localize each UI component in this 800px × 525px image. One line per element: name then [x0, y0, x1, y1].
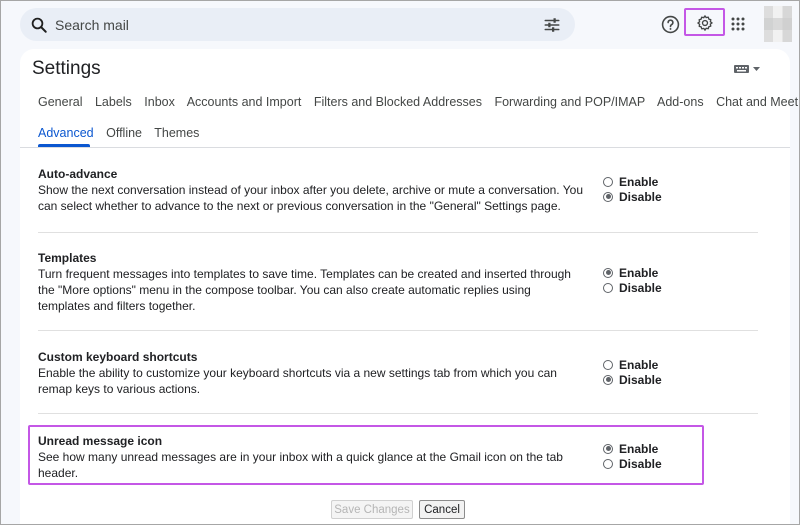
settings-tabs-row2: Advanced Offline Themes	[38, 126, 208, 140]
option-label: Disable	[619, 456, 662, 471]
description-line: the "More options" menu in the compose t…	[38, 283, 531, 297]
setting-title: Unread message icon	[38, 434, 163, 448]
option-label: Disable	[619, 372, 662, 387]
search-icon[interactable]	[30, 16, 48, 34]
setting-title: Auto-advance	[38, 167, 118, 181]
description-line: See how many unread messages are in your…	[38, 450, 563, 464]
account-avatar[interactable]	[764, 6, 792, 42]
keyboard-shortcuts-enable-option[interactable]: Enable	[603, 357, 662, 372]
setting-description: Enable the ability to customize your key…	[38, 365, 588, 397]
help-icon[interactable]	[661, 15, 680, 34]
option-label: Enable	[619, 441, 659, 456]
keyboard-shortcuts-options: Enable Disable	[603, 357, 662, 387]
option-label: Disable	[619, 189, 662, 204]
radio-button-selected[interactable]	[603, 191, 613, 202]
tab-advanced[interactable]: Advanced	[38, 126, 94, 140]
setting-unread-message-icon: Unread message icon See how many unread …	[38, 433, 588, 481]
auto-advance-options: Enable Disable	[603, 174, 662, 204]
tab-inbox[interactable]: Inbox	[144, 95, 175, 109]
option-label: Enable	[619, 265, 659, 280]
tune-icon[interactable]	[543, 16, 561, 34]
setting-description: See how many unread messages are in your…	[38, 449, 588, 481]
templates-disable-option[interactable]: Disable	[603, 280, 662, 295]
unread-icon-disable-option[interactable]: Disable	[603, 456, 662, 471]
templates-enable-option[interactable]: Enable	[603, 265, 662, 280]
auto-advance-enable-option[interactable]: Enable	[603, 174, 662, 189]
search-bar[interactable]: Search mail	[20, 8, 575, 41]
section-divider	[38, 413, 758, 414]
radio-button[interactable]	[603, 359, 613, 370]
tab-themes[interactable]: Themes	[154, 126, 199, 140]
tab-offline[interactable]: Offline	[106, 126, 142, 140]
tab-add-ons[interactable]: Add-ons	[657, 95, 704, 109]
setting-title: Templates	[38, 251, 97, 265]
search-input[interactable]: Search mail	[55, 17, 129, 33]
description-line: Turn frequent messages into templates to…	[38, 267, 571, 281]
tab-accounts-and-import[interactable]: Accounts and Import	[187, 95, 302, 109]
radio-button-selected[interactable]	[603, 374, 613, 385]
setting-custom-keyboard-shortcuts: Custom keyboard shortcuts Enable the abi…	[38, 349, 588, 397]
description-line: remap keys to various actions.	[38, 382, 201, 396]
page-title: Settings	[32, 58, 101, 79]
tab-chat-and-meet[interactable]: Chat and Meet	[716, 95, 798, 109]
description-line: header.	[38, 466, 79, 480]
description-line: templates and filters together.	[38, 299, 196, 313]
apps-grid-icon[interactable]	[731, 17, 745, 31]
tab-forwarding-and-pop-imap[interactable]: Forwarding and POP/IMAP	[494, 95, 645, 109]
tab-filters-and-blocked-addresses[interactable]: Filters and Blocked Addresses	[314, 95, 482, 109]
templates-options: Enable Disable	[603, 265, 662, 295]
setting-templates: Templates Turn frequent messages into te…	[38, 250, 588, 314]
radio-button[interactable]	[603, 458, 613, 469]
radio-button[interactable]	[603, 282, 613, 293]
description-line: can select whether to advance to the nex…	[38, 199, 561, 213]
option-label: Enable	[619, 174, 659, 189]
auto-advance-disable-option[interactable]: Disable	[603, 189, 662, 204]
radio-button[interactable]	[603, 176, 613, 187]
setting-auto-advance: Auto-advance Show the next conversation …	[38, 166, 588, 214]
setting-description: Turn frequent messages into templates to…	[38, 266, 588, 314]
settings-button[interactable]	[684, 8, 725, 36]
section-divider	[38, 330, 758, 331]
radio-button-selected[interactable]	[603, 267, 613, 278]
setting-description: Show the next conversation instead of yo…	[38, 182, 588, 214]
option-label: Disable	[619, 280, 662, 295]
unread-icon-options: Enable Disable	[603, 441, 662, 471]
settings-tabs-row1: General Labels Inbox Accounts and Import…	[38, 95, 800, 109]
option-label: Enable	[619, 357, 659, 372]
save-changes-button[interactable]: Save Changes	[331, 500, 413, 519]
unread-icon-enable-option[interactable]: Enable	[603, 441, 662, 456]
tab-labels[interactable]: Labels	[95, 95, 132, 109]
settings-panel: Settings General Labels Inbox Accounts a…	[20, 49, 798, 525]
tab-general[interactable]: General	[38, 95, 82, 109]
gear-icon	[697, 15, 713, 31]
keyboard-shortcuts-disable-option[interactable]: Disable	[603, 372, 662, 387]
keyboard-icon[interactable]	[734, 64, 762, 74]
description-line: Enable the ability to customize your key…	[38, 366, 557, 380]
section-divider	[38, 232, 758, 233]
tabs-divider	[20, 147, 790, 148]
description-line: Show the next conversation instead of yo…	[38, 183, 583, 197]
setting-title: Custom keyboard shortcuts	[38, 350, 198, 364]
radio-button-selected[interactable]	[603, 443, 613, 454]
cancel-button[interactable]: Cancel	[419, 500, 465, 519]
